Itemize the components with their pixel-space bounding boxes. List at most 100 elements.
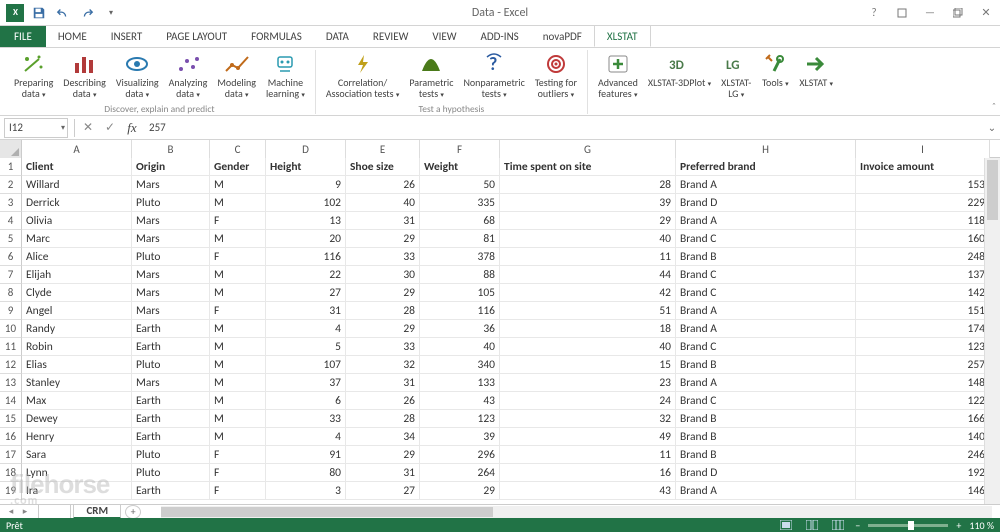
cell[interactable]: 335 xyxy=(420,194,500,212)
cell[interactable]: 36 xyxy=(420,320,500,338)
cell[interactable]: 137 xyxy=(856,266,990,284)
cell[interactable]: 31 xyxy=(346,374,420,392)
cell[interactable]: Brand C xyxy=(676,230,856,248)
cell[interactable]: 160 xyxy=(856,230,990,248)
row-header-12[interactable]: 12 xyxy=(0,356,22,374)
cell[interactable]: F xyxy=(210,212,266,230)
cell[interactable]: M xyxy=(210,356,266,374)
column-header-G[interactable]: G xyxy=(500,140,676,158)
cell[interactable]: Brand A xyxy=(676,482,856,500)
cell[interactable]: 40 xyxy=(500,230,676,248)
row-header-8[interactable]: 8 xyxy=(0,284,22,302)
row-header-17[interactable]: 17 xyxy=(0,446,22,464)
cell[interactable]: M xyxy=(210,176,266,194)
cell[interactable]: 257 xyxy=(856,356,990,374)
cell[interactable]: 11 xyxy=(500,248,676,266)
cell[interactable]: 116 xyxy=(420,302,500,320)
cell[interactable]: Weight xyxy=(420,158,500,176)
cell[interactable]: M xyxy=(210,428,266,446)
cell[interactable]: 153 xyxy=(856,176,990,194)
zoom-slider-thumb[interactable] xyxy=(908,521,914,530)
cell[interactable]: 118 xyxy=(856,212,990,230)
redo-button[interactable] xyxy=(76,2,98,24)
cell[interactable]: 31 xyxy=(346,464,420,482)
cell[interactable]: Mars xyxy=(132,212,210,230)
cell[interactable]: 30 xyxy=(346,266,420,284)
cell[interactable]: 34 xyxy=(346,428,420,446)
row-header-2[interactable]: 2 xyxy=(0,176,22,194)
cell[interactable]: 148 xyxy=(856,374,990,392)
cell[interactable]: Dewey xyxy=(22,410,132,428)
cell[interactable]: 31 xyxy=(266,302,346,320)
cell[interactable]: 29 xyxy=(346,320,420,338)
expand-formula-bar-button[interactable]: ⌄ xyxy=(984,121,1000,134)
cell[interactable]: M xyxy=(210,230,266,248)
column-header-A[interactable]: A xyxy=(22,140,132,158)
file-tab[interactable]: FILE xyxy=(0,25,46,47)
row-header-7[interactable]: 7 xyxy=(0,266,22,284)
tab-data[interactable]: DATA xyxy=(314,25,361,47)
cell[interactable]: 43 xyxy=(500,482,676,500)
cell[interactable]: Mars xyxy=(132,302,210,320)
cell[interactable]: Pluto xyxy=(132,356,210,374)
cell[interactable]: 107 xyxy=(266,356,346,374)
cell[interactable]: Randy xyxy=(22,320,132,338)
cell[interactable]: Mars xyxy=(132,176,210,194)
cell[interactable]: 133 xyxy=(420,374,500,392)
cell[interactable]: Brand C xyxy=(676,284,856,302)
cell[interactable]: Angel xyxy=(22,302,132,320)
row-header-3[interactable]: 3 xyxy=(0,194,22,212)
cell[interactable]: Earth xyxy=(132,338,210,356)
row-header-19[interactable]: 19 xyxy=(0,482,22,500)
insert-function-button[interactable]: fx xyxy=(121,118,143,138)
column-header-H[interactable]: H xyxy=(676,140,856,158)
cell[interactable]: 29 xyxy=(420,482,500,500)
qat-customize-button[interactable]: ▾ xyxy=(100,2,122,24)
cell[interactable]: 44 xyxy=(500,266,676,284)
cell[interactable]: Lynn xyxy=(22,464,132,482)
cell[interactable]: Mars xyxy=(132,230,210,248)
row-header-14[interactable]: 14 xyxy=(0,392,22,410)
undo-button[interactable] xyxy=(52,2,74,24)
cell[interactable]: M xyxy=(210,374,266,392)
cell[interactable]: 16 xyxy=(500,464,676,482)
cell[interactable]: Earth xyxy=(132,410,210,428)
zoom-out-button[interactable]: − xyxy=(855,519,860,532)
cell[interactable]: Clyde xyxy=(22,284,132,302)
row-header-9[interactable]: 9 xyxy=(0,302,22,320)
ribbon-preparing-data-button[interactable]: Preparingdata ▾ xyxy=(10,50,57,102)
cell[interactable]: 9 xyxy=(266,176,346,194)
cell[interactable]: 20 xyxy=(266,230,346,248)
cell[interactable]: Brand C xyxy=(676,392,856,410)
cell[interactable]: Brand B xyxy=(676,248,856,266)
row-header-18[interactable]: 18 xyxy=(0,464,22,482)
tab-add-ins[interactable]: ADD-INS xyxy=(469,25,531,47)
cell[interactable]: Mars xyxy=(132,374,210,392)
close-button[interactable]: ✕ xyxy=(972,3,1000,23)
grid-body[interactable]: 1ClientOriginGenderHeightShoe sizeWeight… xyxy=(0,158,1000,504)
cell[interactable]: Brand A xyxy=(676,212,856,230)
cell[interactable]: 174 xyxy=(856,320,990,338)
help-button[interactable]: ? xyxy=(860,3,888,23)
row-header-10[interactable]: 10 xyxy=(0,320,22,338)
cell[interactable]: Olivia xyxy=(22,212,132,230)
cell[interactable]: Derrick xyxy=(22,194,132,212)
cell[interactable]: 4 xyxy=(266,320,346,338)
page-break-view-button[interactable] xyxy=(829,519,847,531)
cell[interactable]: 140 xyxy=(856,428,990,446)
cell[interactable]: M xyxy=(210,320,266,338)
cell[interactable]: 28 xyxy=(500,176,676,194)
ribbon-modeling-data-button[interactable]: Modelingdata ▾ xyxy=(213,50,260,102)
cell[interactable]: Shoe size xyxy=(346,158,420,176)
cell[interactable]: Brand C xyxy=(676,266,856,284)
row-header-5[interactable]: 5 xyxy=(0,230,22,248)
cell[interactable]: 4 xyxy=(266,428,346,446)
cell[interactable]: Brand D xyxy=(676,194,856,212)
cell[interactable]: M xyxy=(210,194,266,212)
ribbon-correlation-association-tests-button[interactable]: Correlation/Association tests ▾ xyxy=(322,50,404,102)
cell[interactable]: 5 xyxy=(266,338,346,356)
collapse-ribbon-button[interactable]: ˆ xyxy=(992,100,996,113)
cell[interactable]: Brand D xyxy=(676,464,856,482)
cell[interactable]: 105 xyxy=(420,284,500,302)
cell[interactable]: 3 xyxy=(266,482,346,500)
